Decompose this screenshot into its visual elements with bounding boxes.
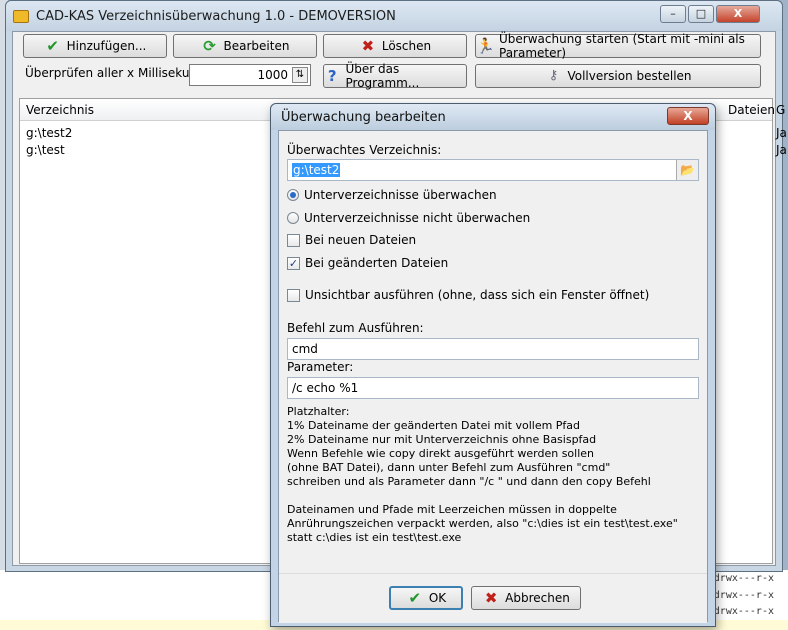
- list-item-directory: g:\test: [26, 143, 65, 157]
- radio-nowatch-subdirs[interactable]: Unterverzeichnisse nicht überwachen: [287, 211, 530, 225]
- parameter-input[interactable]: /c echo %1: [287, 377, 699, 399]
- help-line: 1% Dateiname der geänderten Datei mit vo…: [287, 419, 581, 432]
- radio-watch-subdirs[interactable]: Unterverzeichnisse überwachen: [287, 188, 497, 202]
- help-line: 2% Dateiname nur mit Unterverzeichnis oh…: [287, 433, 597, 446]
- refresh-icon: ⟳: [203, 37, 216, 55]
- parameter-value: /c echo %1: [292, 381, 359, 395]
- list-item-g: Ja: [776, 143, 787, 157]
- cancel-x-icon: ✖: [484, 589, 498, 607]
- question-mark-icon: ?: [327, 67, 337, 85]
- list-item-g: Ja: [776, 126, 787, 140]
- spin-updown-icon[interactable]: ⇅: [292, 67, 308, 83]
- running-man-icon: 🏃: [476, 37, 495, 55]
- column-header-g[interactable]: G: [776, 103, 785, 117]
- list-item-directory: g:\test2: [26, 126, 73, 140]
- help-line: Platzhalter:: [287, 405, 350, 418]
- background-text: drwx---r-x: [713, 573, 774, 584]
- radio-nowatch-subdirs-label: Unterverzeichnisse nicht überwachen: [304, 211, 531, 225]
- checkbox-new-files[interactable]: Bei neuen Dateien: [287, 233, 416, 247]
- checkbox-checked-icon: ✓: [287, 256, 300, 270]
- ok-button[interactable]: ✔ OK: [389, 586, 463, 610]
- help-line: [287, 489, 699, 503]
- checkbox-invisible[interactable]: Unsichtbar ausführen (ohne, dass sich ei…: [287, 288, 649, 302]
- parameter-label: Parameter:: [287, 360, 354, 374]
- add-button[interactable]: ✔ Hinzufügen...: [23, 34, 167, 58]
- column-header-files[interactable]: Dateien: [728, 103, 775, 117]
- order-button-label: Vollversion bestellen: [567, 69, 692, 83]
- help-line: schreiben und als Parameter dann "/c " u…: [287, 475, 651, 488]
- delete-button[interactable]: ✖ Löschen: [323, 34, 467, 58]
- checkbox-invisible-label: Unsichtbar ausführen (ohne, dass sich ei…: [305, 288, 650, 302]
- dialog-title-bar[interactable]: Überwachung bearbeiten X: [271, 104, 715, 130]
- radio-watch-subdirs-label: Unterverzeichnisse überwachen: [304, 188, 497, 202]
- interval-value: 1000: [257, 68, 288, 82]
- background-text: drwx---r-x: [713, 606, 774, 617]
- watched-dir-value: g:\test2: [292, 163, 341, 177]
- checkmark-icon: ✔: [408, 589, 422, 607]
- cancel-button-label: Abbrechen: [505, 591, 570, 605]
- start-monitoring-label: Überwachung starten (Start mit -mini als…: [499, 32, 745, 60]
- placeholder-help-text: Platzhalter: 1% Dateiname der geänderten…: [287, 405, 699, 545]
- dialog-button-bar: ✔ OK ✖ Abbrechen: [279, 573, 707, 623]
- dialog-title: Überwachung bearbeiten: [281, 110, 446, 125]
- command-input[interactable]: cmd: [287, 338, 699, 360]
- delete-x-icon: ✖: [361, 37, 375, 55]
- about-button-label: Über das Programm...: [345, 62, 420, 90]
- delete-button-label: Löschen: [381, 39, 432, 53]
- help-line: Dateinamen und Pfade mit Leerzeichen müs…: [287, 503, 617, 516]
- edit-button[interactable]: ⟳ Bearbeiten: [173, 34, 317, 58]
- cancel-button[interactable]: ✖ Abbrechen: [471, 586, 581, 610]
- dialog-client-area: Überwachtes Verzeichnis: g:\test2 📂 Unte…: [278, 130, 708, 623]
- edit-monitoring-dialog: Überwachung bearbeiten X Überwachtes Ver…: [270, 103, 716, 627]
- minimize-button[interactable]: –: [660, 5, 686, 23]
- radio-unselected-icon: [287, 212, 299, 224]
- help-line: (ohne BAT Datei), dann unter Befehl zum …: [287, 461, 611, 474]
- checkbox-unchecked-icon: [287, 233, 300, 247]
- folder-browse-icon[interactable]: 📂: [676, 160, 698, 180]
- radio-selected-icon: [287, 189, 299, 201]
- key-icon: ⚷: [548, 68, 559, 83]
- watched-dir-label: Überwachtes Verzeichnis:: [287, 143, 442, 157]
- about-button[interactable]: ? Über das Programm...: [323, 62, 467, 90]
- edit-button-label: Bearbeiten: [223, 39, 290, 53]
- command-label: Befehl zum Ausführen:: [287, 321, 424, 335]
- command-value: cmd: [292, 342, 318, 356]
- help-line: Wenn Befehle wie copy direkt ausgeführt …: [287, 447, 595, 460]
- column-header-directory[interactable]: Verzeichnis: [26, 103, 94, 117]
- help-line: Anrührungszeichen verpackt werden, also …: [287, 517, 678, 530]
- checkmark-icon: ✔: [46, 37, 59, 55]
- main-window-title: CAD-KAS Verzeichnisüberwachung 1.0 - DEM…: [36, 9, 396, 24]
- checkbox-changed-files[interactable]: ✓ Bei geänderten Dateien: [287, 256, 448, 270]
- checkbox-unchecked-icon: [287, 288, 300, 302]
- main-title-bar[interactable]: CAD-KAS Verzeichnisüberwachung 1.0 - DEM…: [6, 1, 782, 31]
- ok-button-label: OK: [428, 591, 447, 605]
- interval-input[interactable]: 1000 ⇅: [189, 64, 311, 86]
- folder-app-icon: [13, 10, 29, 23]
- maximize-button[interactable]: □: [688, 5, 714, 23]
- dialog-close-button[interactable]: X: [667, 107, 709, 125]
- main-close-button[interactable]: X: [716, 5, 760, 23]
- order-full-version-button[interactable]: ⚷ Vollversion bestellen: [475, 64, 761, 88]
- watched-dir-input[interactable]: g:\test2 📂: [287, 159, 699, 181]
- background-text: drwx---r-x: [713, 590, 774, 601]
- start-monitoring-button[interactable]: 🏃 Überwachung starten (Start mit -mini a…: [475, 32, 761, 60]
- help-line: statt c:\dies ist ein test\test.exe: [287, 531, 462, 544]
- add-button-label: Hinzufügen...: [66, 39, 147, 53]
- checkbox-new-files-label: Bei neuen Dateien: [305, 233, 417, 247]
- checkbox-changed-files-label: Bei geänderten Dateien: [305, 256, 449, 270]
